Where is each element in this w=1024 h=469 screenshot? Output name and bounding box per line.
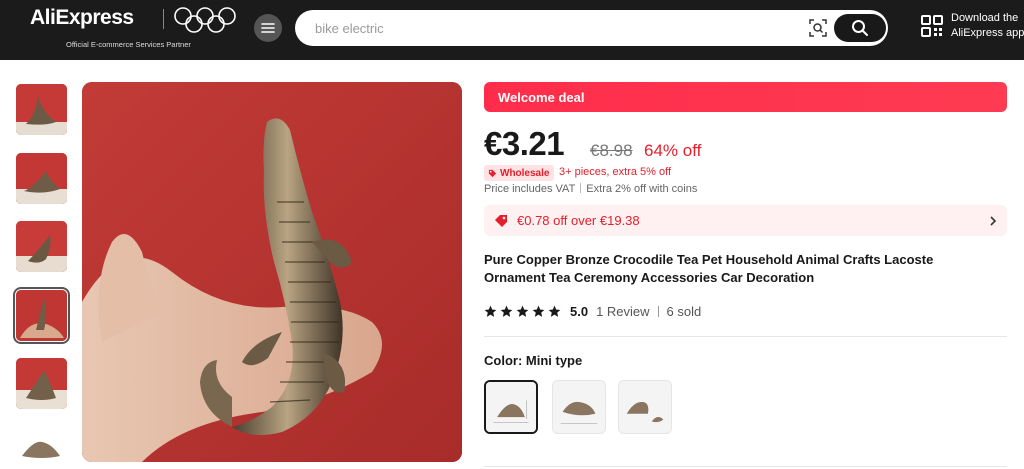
star-icon	[516, 305, 529, 317]
coins-text: Extra 2% off with coins	[586, 183, 698, 195]
star-icon	[484, 305, 497, 317]
original-price: €8.98	[590, 141, 633, 160]
camera-search-icon[interactable]	[808, 18, 828, 38]
color-swatch-3[interactable]	[618, 380, 672, 434]
logo-divider	[163, 9, 164, 29]
aliexpress-logo[interactable]: AliExpress	[30, 6, 134, 30]
color-swatch-2[interactable]	[552, 380, 606, 434]
rating-score: 5.0	[570, 303, 589, 319]
thumbnail-1[interactable]	[16, 84, 67, 135]
discount-percent: 64% off	[644, 141, 702, 160]
search-bar	[295, 10, 888, 46]
wholesale-badge: Wholesale	[484, 165, 555, 181]
menu-icon	[261, 23, 275, 33]
qr-code-icon[interactable]	[920, 14, 944, 38]
reviews-link[interactable]: 1 Review	[596, 304, 649, 319]
thumbnail-4-selected[interactable]	[13, 287, 70, 344]
rating-row: 5.0 1 Review 6 sold	[484, 303, 701, 319]
star-icon	[532, 305, 545, 317]
vat-divider	[580, 183, 582, 193]
tag-icon	[488, 169, 497, 177]
thumbnail-2[interactable]	[16, 153, 67, 204]
main-product-image[interactable]	[82, 82, 462, 462]
current-price: €3.21	[484, 125, 565, 162]
partner-tagline: Official E-commerce Services Partner	[66, 40, 191, 49]
coupon-text: €0.78 off over €19.38	[517, 213, 640, 228]
coupon-icon	[495, 214, 507, 227]
vat-text: Price includes VAT	[484, 183, 576, 195]
coupon-bar[interactable]: €0.78 off over €19.38	[484, 205, 1007, 236]
welcome-deal-banner: Welcome deal	[484, 82, 1007, 112]
wholesale-offer: 3+ pieces, extra 5% off	[559, 166, 672, 178]
sold-count: 6 sold	[666, 303, 702, 319]
thumbnail-5[interactable]	[16, 358, 67, 409]
download-line-1: Download the	[951, 12, 1019, 24]
color-label: Color: Mini type	[484, 353, 583, 368]
chevron-right-icon	[990, 215, 997, 226]
olympic-rings-icon	[174, 7, 236, 33]
search-input[interactable]	[315, 18, 785, 38]
site-header: AliExpress Official E-commerce Services …	[0, 0, 1024, 60]
divider	[484, 336, 1007, 337]
star-icon	[500, 305, 513, 317]
rating-stars[interactable]	[484, 305, 561, 318]
search-button[interactable]	[834, 14, 886, 42]
search-icon	[852, 20, 868, 36]
thumbnail-3[interactable]	[16, 221, 67, 272]
thumbnail-6[interactable]	[16, 426, 67, 462]
product-title: Pure Copper Bronze Crocodile Tea Pet Hou…	[484, 252, 934, 285]
category-menu-button[interactable]	[254, 14, 282, 42]
wholesale-badge-label: Wholesale	[500, 167, 550, 179]
color-swatch-mini-type[interactable]	[484, 380, 538, 434]
download-app-link[interactable]: Download the AliExpress app	[951, 11, 1024, 41]
download-line-2: AliExpress app	[951, 27, 1024, 39]
vat-info: Price includes VAT Extra 2% off with coin…	[484, 183, 697, 195]
divider-bottom	[484, 466, 1007, 467]
star-icon	[548, 305, 561, 317]
rating-divider	[657, 305, 659, 317]
